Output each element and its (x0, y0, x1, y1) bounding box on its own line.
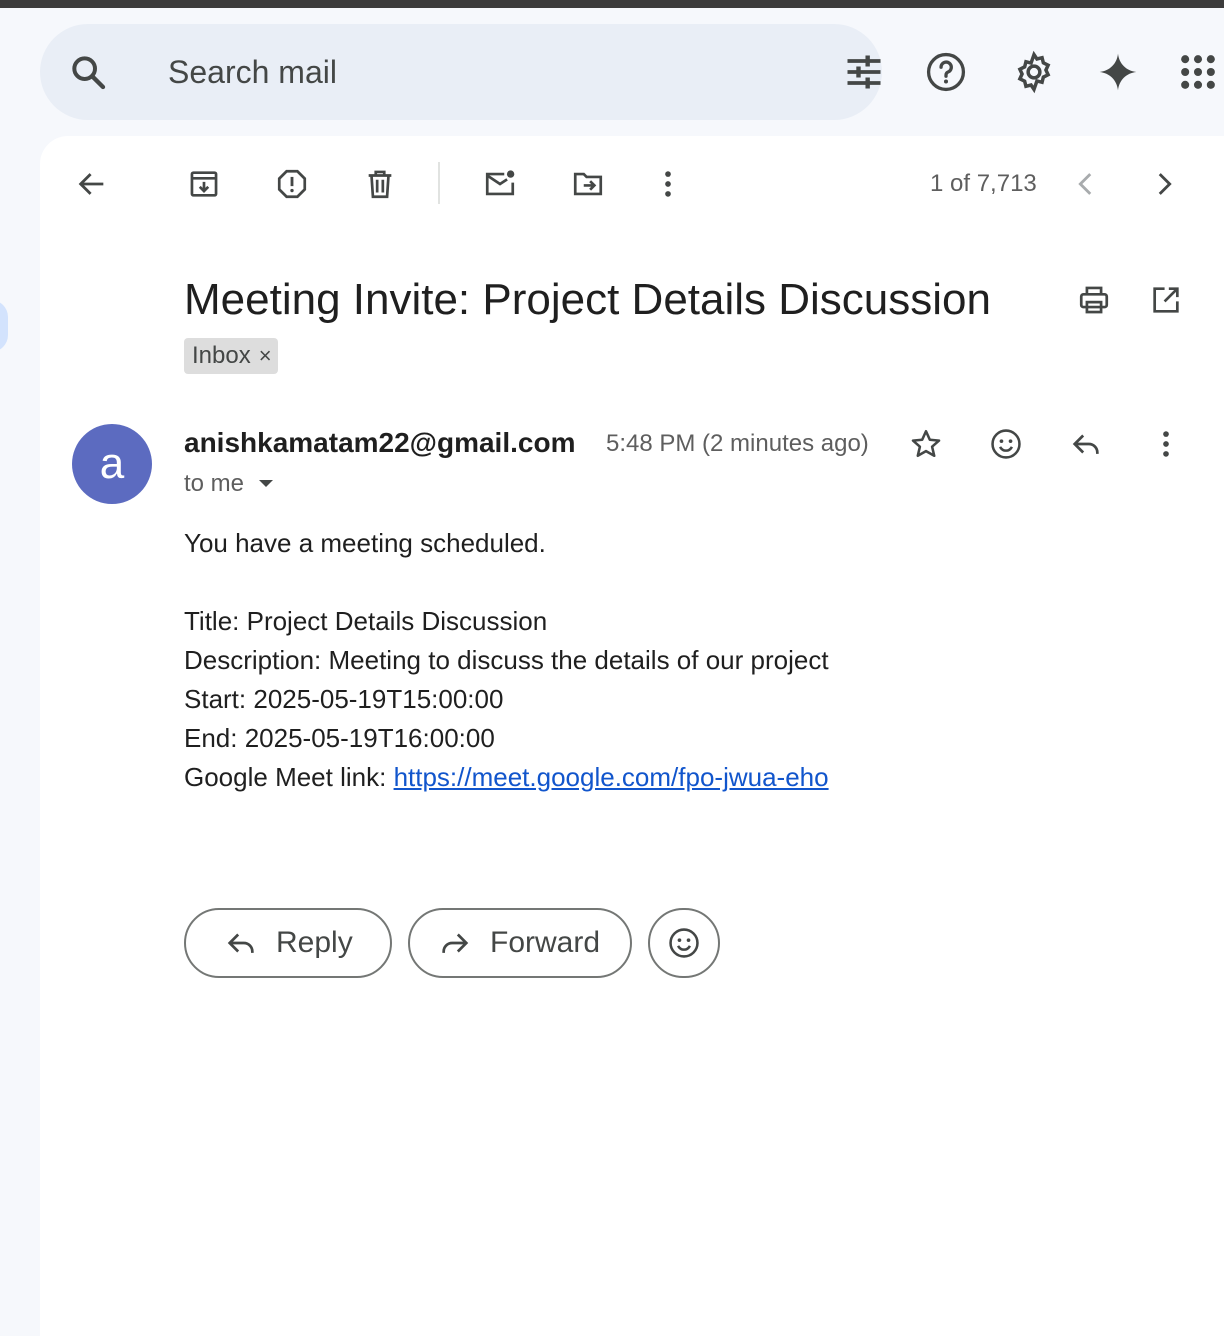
report-spam-button[interactable] (268, 160, 316, 208)
add-reaction-button[interactable] (982, 420, 1030, 468)
label-chip-inbox[interactable]: Inbox × (184, 338, 278, 374)
body-start: Start: 2025-05-19T15:00:00 (184, 684, 504, 714)
arrow-back-icon (78, 173, 104, 195)
more-options-button[interactable] (644, 160, 692, 208)
reply-button[interactable]: Reply (184, 908, 392, 978)
newer-button[interactable] (1062, 160, 1110, 208)
forward-label: Forward (490, 926, 601, 959)
caret-down-icon[interactable] (258, 479, 274, 489)
search-bar[interactable]: Search mail (40, 24, 882, 120)
reply-icon-button[interactable] (1062, 420, 1110, 468)
delete-button[interactable] (356, 160, 404, 208)
recipient-details[interactable]: to me (184, 470, 274, 498)
email-subject: Meeting Invite: Project Details Discussi… (184, 275, 991, 324)
forward-icon (442, 933, 469, 953)
older-button[interactable] (1140, 160, 1188, 208)
star-button[interactable] (902, 420, 950, 468)
toolbar-divider (438, 162, 440, 204)
search-icon[interactable] (68, 52, 108, 92)
help-icon[interactable] (924, 50, 968, 94)
message-time: 5:48 PM (2 minutes ago) (606, 430, 869, 457)
sidebar-active-indicator (0, 300, 8, 352)
recipient-label: to me (184, 470, 245, 497)
body-title: Title: Project Details Discussion (184, 606, 548, 636)
emoji-reaction-button[interactable] (648, 908, 720, 978)
star-icon (911, 429, 941, 458)
settings-gear-icon[interactable] (1012, 50, 1056, 94)
open-in-new-icon (1153, 287, 1179, 313)
mark-unread-icon (485, 170, 515, 196)
open-in-new-window-button[interactable] (1142, 276, 1190, 324)
search-options-icon[interactable] (842, 50, 886, 94)
meet-link[interactable]: https://meet.google.com/fpo-jwua-eho (394, 762, 829, 792)
archive-button[interactable] (180, 160, 228, 208)
trash-icon (368, 170, 392, 199)
emoji-icon (669, 928, 699, 958)
body-description: Description: Meeting to discuss the deta… (184, 645, 829, 675)
body-meet: Google Meet link: https://meet.google.co… (184, 758, 829, 797)
reply-label: Reply (276, 926, 353, 959)
emoji-icon (991, 429, 1021, 459)
message-more-button[interactable] (1142, 420, 1190, 468)
avatar: a (72, 424, 152, 504)
forward-button[interactable]: Forward (408, 908, 632, 978)
search-input[interactable]: Search mail (168, 52, 337, 92)
print-button[interactable] (1070, 276, 1118, 324)
window-top-bar (0, 0, 1224, 8)
message-counter: 1 of 7,713 (930, 170, 1037, 197)
apps-grid-icon[interactable] (1176, 50, 1220, 94)
remove-label-icon[interactable]: × (259, 345, 272, 367)
print-icon (1079, 286, 1109, 314)
label-name: Inbox (192, 342, 251, 369)
meet-link-label: Google Meet link: (184, 762, 394, 792)
archive-icon (190, 171, 218, 197)
reply-icon (1072, 434, 1099, 454)
back-button[interactable] (68, 160, 116, 208)
move-to-button[interactable] (564, 160, 612, 208)
gemini-sparkle-icon[interactable] (1096, 50, 1140, 94)
email-body: You have a meeting scheduled. Title: Pro… (184, 524, 829, 797)
chevron-right-icon (1158, 173, 1172, 195)
body-end: End: 2025-05-19T16:00:00 (184, 723, 495, 753)
sender-email[interactable]: anishkamatam22@gmail.com (184, 426, 575, 460)
report-spam-icon (277, 169, 307, 199)
more-vert-icon (1163, 431, 1169, 457)
move-to-folder-icon (573, 172, 603, 196)
reply-icon (227, 933, 254, 953)
more-vert-icon (665, 171, 671, 197)
body-intro: You have a meeting scheduled. (184, 528, 546, 558)
mark-unread-button[interactable] (476, 160, 524, 208)
chevron-left-icon (1078, 173, 1092, 195)
